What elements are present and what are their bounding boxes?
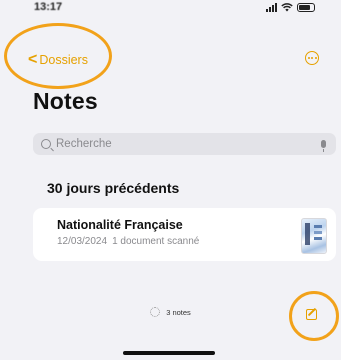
- note-title: Nationalité Française: [57, 218, 183, 232]
- back-button-dossiers[interactable]: < Dossiers: [28, 52, 88, 68]
- search-field[interactable]: Recherche: [33, 133, 336, 155]
- note-detail: 1 document scanné: [112, 236, 200, 247]
- signal-icon: [266, 3, 277, 12]
- search-icon: [41, 139, 51, 149]
- status-time: 13:17: [34, 1, 63, 13]
- back-label: Dossiers: [39, 53, 88, 67]
- status-icons: [266, 3, 315, 12]
- compose-button[interactable]: [305, 306, 320, 321]
- notes-count-label: 3 notes: [166, 307, 191, 317]
- battery-icon: [297, 3, 315, 12]
- sync-spinner-icon: [150, 307, 161, 317]
- search-placeholder: Recherche: [56, 138, 112, 150]
- note-meta: 12/03/2024 1 document scanné: [57, 236, 199, 247]
- home-indicator: [123, 351, 215, 355]
- notes-count: 3 notes: [0, 307, 341, 317]
- section-header: 30 jours précédents: [47, 180, 180, 196]
- microphone-icon[interactable]: [321, 140, 326, 152]
- scanned-document-thumbnail: [301, 218, 327, 254]
- note-item[interactable]: Nationalité Française 12/03/2024 1 docume…: [33, 208, 336, 261]
- status-bar: 13:17: [0, 0, 341, 22]
- more-options-button[interactable]: [305, 51, 319, 65]
- page-title: Notes: [33, 88, 98, 114]
- chevron-left-icon: <: [28, 51, 38, 68]
- wifi-icon: [281, 3, 293, 12]
- note-date: 12/03/2024: [57, 236, 108, 247]
